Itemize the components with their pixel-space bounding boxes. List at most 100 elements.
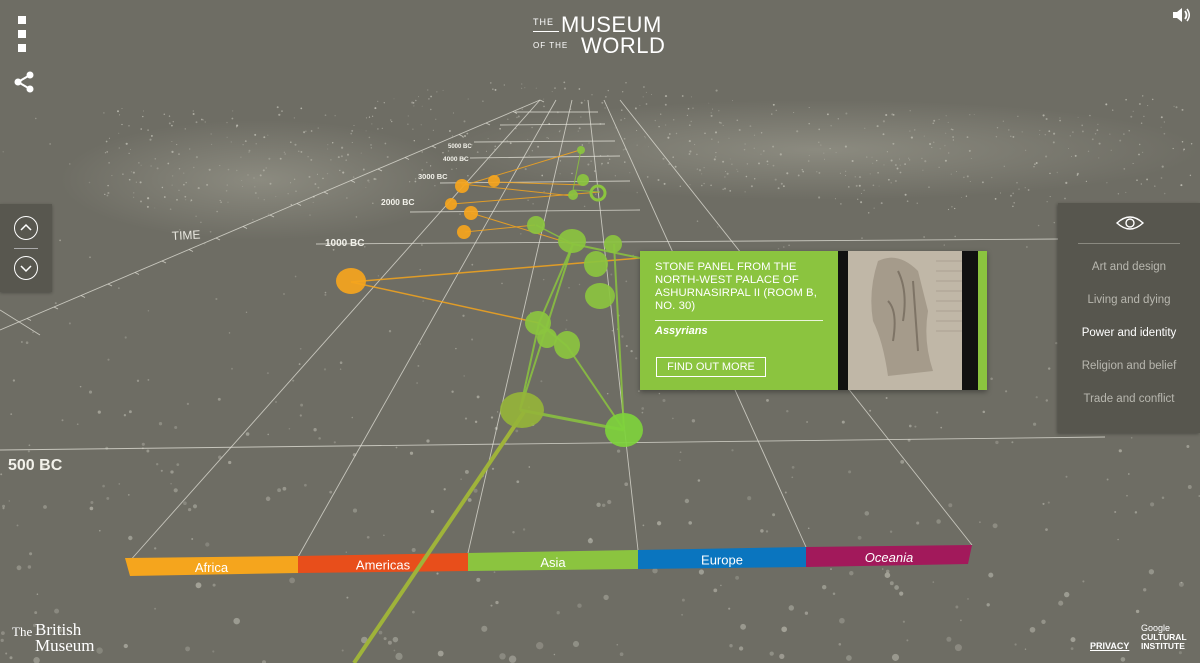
axis-tick: [539, 99, 545, 103]
dust-particle: [34, 611, 38, 615]
find-out-more-button[interactable]: FIND OUT MORE: [656, 357, 766, 377]
region-label: Oceania: [865, 550, 913, 565]
object-node[interactable]: [577, 146, 585, 154]
timeline-scene[interactable]: 5000 BC 4000 BC 3000 BC 2000 BC 1000 BC 500 B…: [0, 0, 1200, 663]
filter-living-and-dying[interactable]: Living and dying: [1058, 294, 1200, 306]
dust-particle: [638, 390, 640, 392]
eye-icon[interactable]: [1115, 213, 1145, 233]
dust-particle: [128, 535, 133, 541]
dust-particle: [413, 105, 415, 107]
region-label: Asia: [540, 555, 566, 570]
dust-particle: [516, 116, 518, 119]
dust-particle: [154, 547, 157, 550]
privacy-link[interactable]: PRIVACY: [1090, 641, 1129, 651]
dust-particle: [507, 118, 509, 120]
filter-religion-and-belief[interactable]: Religion and belief: [1058, 360, 1200, 372]
dust-particle: [1, 631, 5, 635]
dust-particle: [986, 603, 990, 607]
dust-particle: [147, 310, 150, 312]
dust-particle: [1186, 445, 1190, 448]
menu-dots-icon[interactable]: [18, 16, 28, 52]
dust-particle: [786, 409, 789, 413]
dust-particle: [857, 535, 862, 540]
dust-particle: [1125, 98, 1127, 101]
dust-particle: [1187, 485, 1192, 489]
dust-particle: [463, 120, 466, 123]
dust-particle: [200, 118, 203, 121]
bm-the: The: [12, 624, 33, 639]
dust-particle: [784, 491, 787, 494]
object-node[interactable]: [336, 268, 366, 294]
object-node[interactable]: [464, 206, 478, 220]
object-node[interactable]: [577, 174, 589, 186]
museum-of-the-world-logo[interactable]: THE MUSEUM OF THE WORLD: [533, 14, 668, 58]
object-thumbnail[interactable]: [838, 251, 978, 390]
dust-particle: [1160, 177, 1163, 179]
popup-accent-stripe: [978, 251, 987, 390]
dust-particle: [601, 503, 606, 508]
dust-particle: [377, 275, 380, 277]
filter-power-and-identity[interactable]: Power and identity: [1058, 327, 1200, 339]
object-node[interactable]: [568, 190, 578, 200]
time-tick-label: 500 BC: [8, 457, 63, 474]
object-node[interactable]: [554, 331, 580, 359]
filter-art-and-design[interactable]: Art and design: [1058, 261, 1200, 273]
dust-particle: [1134, 511, 1138, 514]
dust-particle: [729, 644, 733, 648]
dust-particle: [1041, 619, 1046, 625]
dust-particle: [961, 197, 962, 199]
object-node[interactable]: [445, 198, 457, 210]
object-node[interactable]: [604, 235, 622, 253]
scroll-up-button[interactable]: [14, 216, 38, 240]
time-tick-label: 5000 BC: [448, 144, 472, 150]
dust-particle: [1047, 367, 1051, 370]
object-node[interactable]: [455, 179, 469, 193]
dust-particle: [459, 213, 461, 215]
dust-particle: [233, 617, 240, 625]
dust-particle: [1138, 102, 1141, 106]
dust-particle: [245, 311, 248, 313]
dust-particle: [25, 341, 29, 344]
dust-particle: [418, 96, 419, 98]
logo-world: WORLD: [581, 33, 666, 58]
dust-particle: [1130, 437, 1133, 439]
google-cultural-institute-logo[interactable]: Google CULTURAL INSTITUTE: [1141, 624, 1197, 651]
british-museum-logo[interactable]: The British Museum: [12, 620, 112, 656]
dust-particle: [521, 108, 523, 110]
object-title: STONE PANEL FROM THE NORTH-WEST PALACE O…: [655, 261, 817, 312]
object-node[interactable]: [558, 229, 586, 253]
dust-particle: [565, 328, 567, 330]
share-icon[interactable]: [12, 70, 36, 94]
dust-particle: [374, 107, 377, 110]
filter-trade-and-conflict[interactable]: Trade and conflict: [1058, 393, 1200, 405]
dust-particle: [156, 463, 159, 466]
dust-particle: [512, 530, 515, 534]
dust-particle: [955, 605, 959, 609]
dust-particle: [781, 626, 788, 633]
dust-particle: [840, 203, 842, 205]
dust-particle: [960, 619, 962, 622]
dust-particle: [495, 600, 499, 605]
dust-particle: [791, 476, 794, 479]
object-popup[interactable]: STONE PANEL FROM THE NORTH-WEST PALACE O…: [640, 251, 987, 390]
speaker-icon[interactable]: [1172, 6, 1192, 24]
dust-particle: [982, 410, 986, 414]
dust-particle: [1147, 105, 1149, 107]
object-node[interactable]: [584, 251, 608, 277]
dust-particle: [591, 94, 593, 96]
scroll-down-button[interactable]: [14, 256, 38, 280]
object-node[interactable]: [605, 413, 643, 447]
dust-particle: [995, 440, 999, 445]
dust-particle: [791, 466, 795, 469]
object-node[interactable]: [457, 225, 471, 239]
dust-particle: [1029, 626, 1036, 633]
dust-particle: [228, 460, 232, 465]
dust-particle: [1106, 478, 1109, 481]
grid-line: [315, 238, 1061, 245]
dust-particle: [119, 114, 121, 116]
object-node[interactable]: [488, 175, 500, 187]
object-node[interactable]: [527, 216, 545, 234]
object-node[interactable]: [500, 392, 544, 428]
dust-particle: [690, 96, 692, 98]
object-node[interactable]: [585, 283, 615, 309]
